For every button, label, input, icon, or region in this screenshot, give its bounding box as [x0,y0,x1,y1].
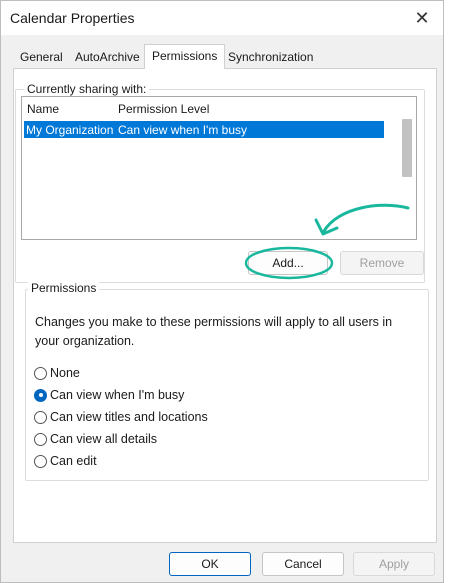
remove-button[interactable]: Remove [340,251,424,275]
add-button[interactable]: Add... [248,251,328,275]
tab-general[interactable]: General [13,46,70,68]
list-item[interactable]: My Organization Can view when I'm busy [24,121,384,138]
radio-button[interactable] [34,366,47,380]
radio-can-view-titles-locations[interactable]: Can view titles and locations [34,408,208,426]
row-permission-level: Can view when I'm busy [118,123,248,137]
column-header-permission-level[interactable]: Permission Level [118,102,209,116]
radio-label: Can edit [50,454,97,468]
radio-button-checked[interactable] [34,388,47,402]
column-header-name[interactable]: Name [27,102,59,116]
radio-button[interactable] [34,454,47,468]
title-bar: Calendar Properties ✕ [1,1,443,35]
cancel-button[interactable]: Cancel [262,552,344,576]
radio-can-view-when-busy[interactable]: Can view when I'm busy [34,386,184,404]
radio-can-view-all-details[interactable]: Can view all details [34,430,157,448]
ok-button[interactable]: OK [169,552,251,576]
tab-strip: General AutoArchive Permissions Synchron… [13,44,431,69]
radio-none[interactable]: None [34,364,80,382]
radio-label: Can view all details [50,432,157,446]
radio-button[interactable] [34,432,47,446]
row-name: My Organization [26,123,114,137]
calendar-properties-dialog: Calendar Properties ✕ General AutoArchiv… [0,0,444,583]
radio-button[interactable] [34,410,47,424]
close-icon[interactable]: ✕ [409,5,435,31]
scrollbar-thumb[interactable] [402,119,412,177]
apply-button[interactable]: Apply [353,552,435,576]
permissions-group-label: Permissions [28,281,100,295]
tab-permissions[interactable]: Permissions [144,44,226,69]
sharing-list[interactable]: Name Permission Level My Organization Ca… [21,96,417,240]
permissions-description: Changes you make to these permissions wi… [35,315,393,348]
radio-can-edit[interactable]: Can edit [34,452,97,470]
radio-label: None [50,366,80,380]
tab-synchronization[interactable]: Synchronization [221,46,320,68]
window-title: Calendar Properties [10,10,135,26]
radio-label: Can view when I'm busy [50,388,185,402]
tab-autoarchive[interactable]: AutoArchive [68,46,147,68]
radio-label: Can view titles and locations [50,410,208,424]
sharing-group-label: Currently sharing with: [24,82,150,96]
list-header: Name Permission Level [22,97,402,117]
